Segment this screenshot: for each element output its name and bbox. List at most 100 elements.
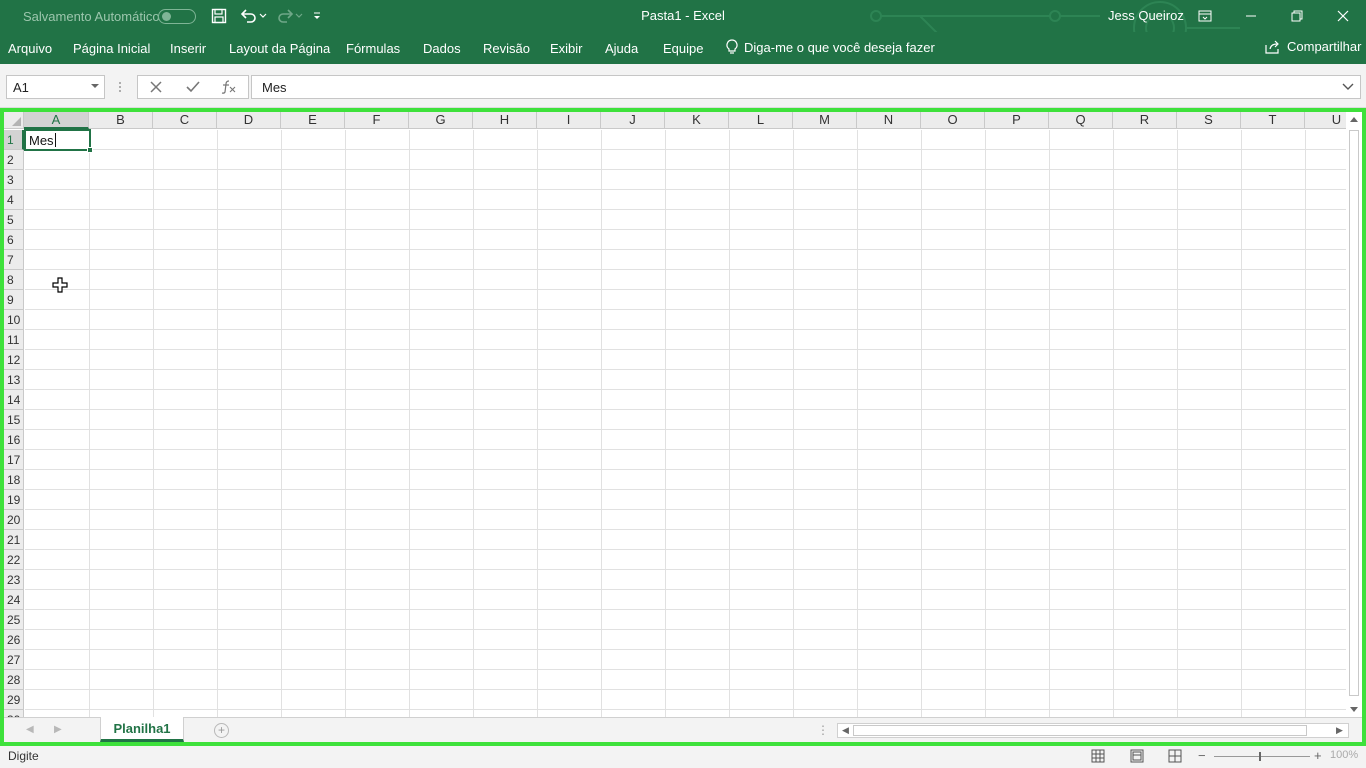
share-button[interactable]: Compartilhar <box>1265 39 1361 54</box>
row-header-1[interactable]: 1 <box>4 130 24 150</box>
row-header-27[interactable]: 27 <box>4 650 24 670</box>
row-header-25[interactable]: 25 <box>4 610 24 630</box>
active-cell-a1[interactable]: Mes <box>24 129 93 153</box>
row-header-16[interactable]: 16 <box>4 430 24 450</box>
column-header-p[interactable]: P <box>985 112 1049 129</box>
column-header-q[interactable]: Q <box>1049 112 1113 129</box>
tab-dados[interactable]: Dados <box>423 41 461 56</box>
row-header-7[interactable]: 7 <box>4 250 24 270</box>
column-header-e[interactable]: E <box>281 112 345 129</box>
row-header-22[interactable]: 22 <box>4 550 24 570</box>
tab-pagina-inicial[interactable]: Página Inicial <box>73 41 150 56</box>
row-header-2[interactable]: 2 <box>4 150 24 170</box>
row-header-9[interactable]: 9 <box>4 290 24 310</box>
cancel-entry-button[interactable] <box>143 75 169 99</box>
column-header-b[interactable]: B <box>89 112 153 129</box>
row-header-30[interactable]: 30 <box>4 710 24 717</box>
row-header-29[interactable]: 29 <box>4 690 24 710</box>
row-header-17[interactable]: 17 <box>4 450 24 470</box>
row-header-19[interactable]: 19 <box>4 490 24 510</box>
confirm-entry-button[interactable] <box>180 75 206 99</box>
row-header-13[interactable]: 13 <box>4 370 24 390</box>
column-header-n[interactable]: N <box>857 112 921 129</box>
horizontal-scrollbar[interactable]: ◀ ▶ <box>837 723 1349 738</box>
row-header-4[interactable]: 4 <box>4 190 24 210</box>
ribbon-display-options-button[interactable] <box>1182 0 1228 32</box>
undo-button[interactable] <box>238 6 268 26</box>
column-header-a[interactable]: A <box>24 112 89 129</box>
column-header-k[interactable]: K <box>665 112 729 129</box>
column-header-f[interactable]: F <box>345 112 409 129</box>
autosave-toggle[interactable] <box>158 9 196 24</box>
zoom-out-icon[interactable]: − <box>1198 748 1206 763</box>
row-header-14[interactable]: 14 <box>4 390 24 410</box>
column-header-l[interactable]: L <box>729 112 793 129</box>
row-header-24[interactable]: 24 <box>4 590 24 610</box>
zoom-in-icon[interactable]: + <box>1314 748 1322 763</box>
cell-area[interactable] <box>25 130 1346 717</box>
insert-function-button[interactable] <box>215 75 241 99</box>
row-header-5[interactable]: 5 <box>4 210 24 230</box>
tab-layout-da-pagina[interactable]: Layout da Página <box>229 41 330 56</box>
column-header-m[interactable]: M <box>793 112 857 129</box>
page-layout-view-icon[interactable] <box>1130 749 1144 763</box>
zoom-slider[interactable]: − + <box>1198 748 1328 765</box>
select-all-button[interactable] <box>4 112 24 129</box>
close-button[interactable] <box>1320 0 1366 32</box>
row-header-3[interactable]: 3 <box>4 170 24 190</box>
tab-revisao[interactable]: Revisão <box>483 41 530 56</box>
worksheet-grid[interactable]: ABCDEFGHIJKLMNOPQRSTU 1 2 3 4 5 6 7 8 9 10 11 12 13 1… <box>4 112 1346 717</box>
page-break-view-icon[interactable] <box>1168 749 1182 763</box>
chevron-down-icon[interactable] <box>1342 81 1354 91</box>
column-header-r[interactable]: R <box>1113 112 1177 129</box>
minimize-button[interactable] <box>1228 0 1274 32</box>
row-header-8[interactable]: 8 <box>4 270 24 290</box>
column-header-o[interactable]: O <box>921 112 985 129</box>
row-header-6[interactable]: 6 <box>4 230 24 250</box>
row-header-23[interactable]: 23 <box>4 570 24 590</box>
save-button[interactable] <box>208 6 230 26</box>
tab-inserir[interactable]: Inserir <box>170 41 206 56</box>
column-header-u[interactable]: U <box>1305 112 1346 129</box>
restore-button[interactable] <box>1274 0 1320 32</box>
column-header-h[interactable]: H <box>473 112 537 129</box>
row-header-20[interactable]: 20 <box>4 510 24 530</box>
name-box[interactable]: A1 <box>6 75 105 99</box>
vertical-scroll-thumb[interactable] <box>1349 130 1359 696</box>
chevron-down-icon[interactable] <box>90 81 100 91</box>
column-header-c[interactable]: C <box>153 112 217 129</box>
scroll-right-icon[interactable]: ▶ <box>1336 724 1343 737</box>
scroll-down-icon[interactable] <box>1349 706 1359 714</box>
normal-view-icon[interactable] <box>1091 749 1105 763</box>
row-header-21[interactable]: 21 <box>4 530 24 550</box>
row-header-10[interactable]: 10 <box>4 310 24 330</box>
tab-equipe[interactable]: Equipe <box>663 41 703 56</box>
fill-handle[interactable] <box>87 147 93 153</box>
column-header-j[interactable]: J <box>601 112 665 129</box>
scroll-left-icon[interactable]: ◀ <box>842 724 849 737</box>
tab-ajuda[interactable]: Ajuda <box>605 41 638 56</box>
redo-button[interactable] <box>274 6 304 26</box>
column-header-d[interactable]: D <box>217 112 281 129</box>
column-header-t[interactable]: T <box>1241 112 1305 129</box>
scroll-up-icon[interactable] <box>1349 115 1359 123</box>
row-header-11[interactable]: 11 <box>4 330 24 350</box>
new-sheet-icon[interactable]: + <box>214 723 229 738</box>
sheet-tab-planilha1[interactable]: Planilha1 <box>100 717 184 742</box>
tell-me-search[interactable]: Diga-me o que você deseja fazer <box>726 39 935 55</box>
column-header-g[interactable]: G <box>409 112 473 129</box>
column-header-s[interactable]: S <box>1177 112 1241 129</box>
next-sheet-icon[interactable]: ▶ <box>54 724 62 735</box>
vertical-scrollbar[interactable] <box>1347 112 1362 717</box>
tab-split-handle-icon[interactable]: ⋮ <box>817 723 829 737</box>
horizontal-scroll-thumb[interactable] <box>853 725 1307 736</box>
row-header-12[interactable]: 12 <box>4 350 24 370</box>
zoom-track[interactable] <box>1214 756 1310 757</box>
customize-quick-access-button[interactable] <box>310 6 324 26</box>
tab-formulas[interactable]: Fórmulas <box>346 41 400 56</box>
tab-arquivo[interactable]: Arquivo <box>8 41 52 56</box>
row-header-15[interactable]: 15 <box>4 410 24 430</box>
tab-exibir[interactable]: Exibir <box>550 41 583 56</box>
prev-sheet-icon[interactable]: ◀ <box>26 724 34 735</box>
row-header-28[interactable]: 28 <box>4 670 24 690</box>
